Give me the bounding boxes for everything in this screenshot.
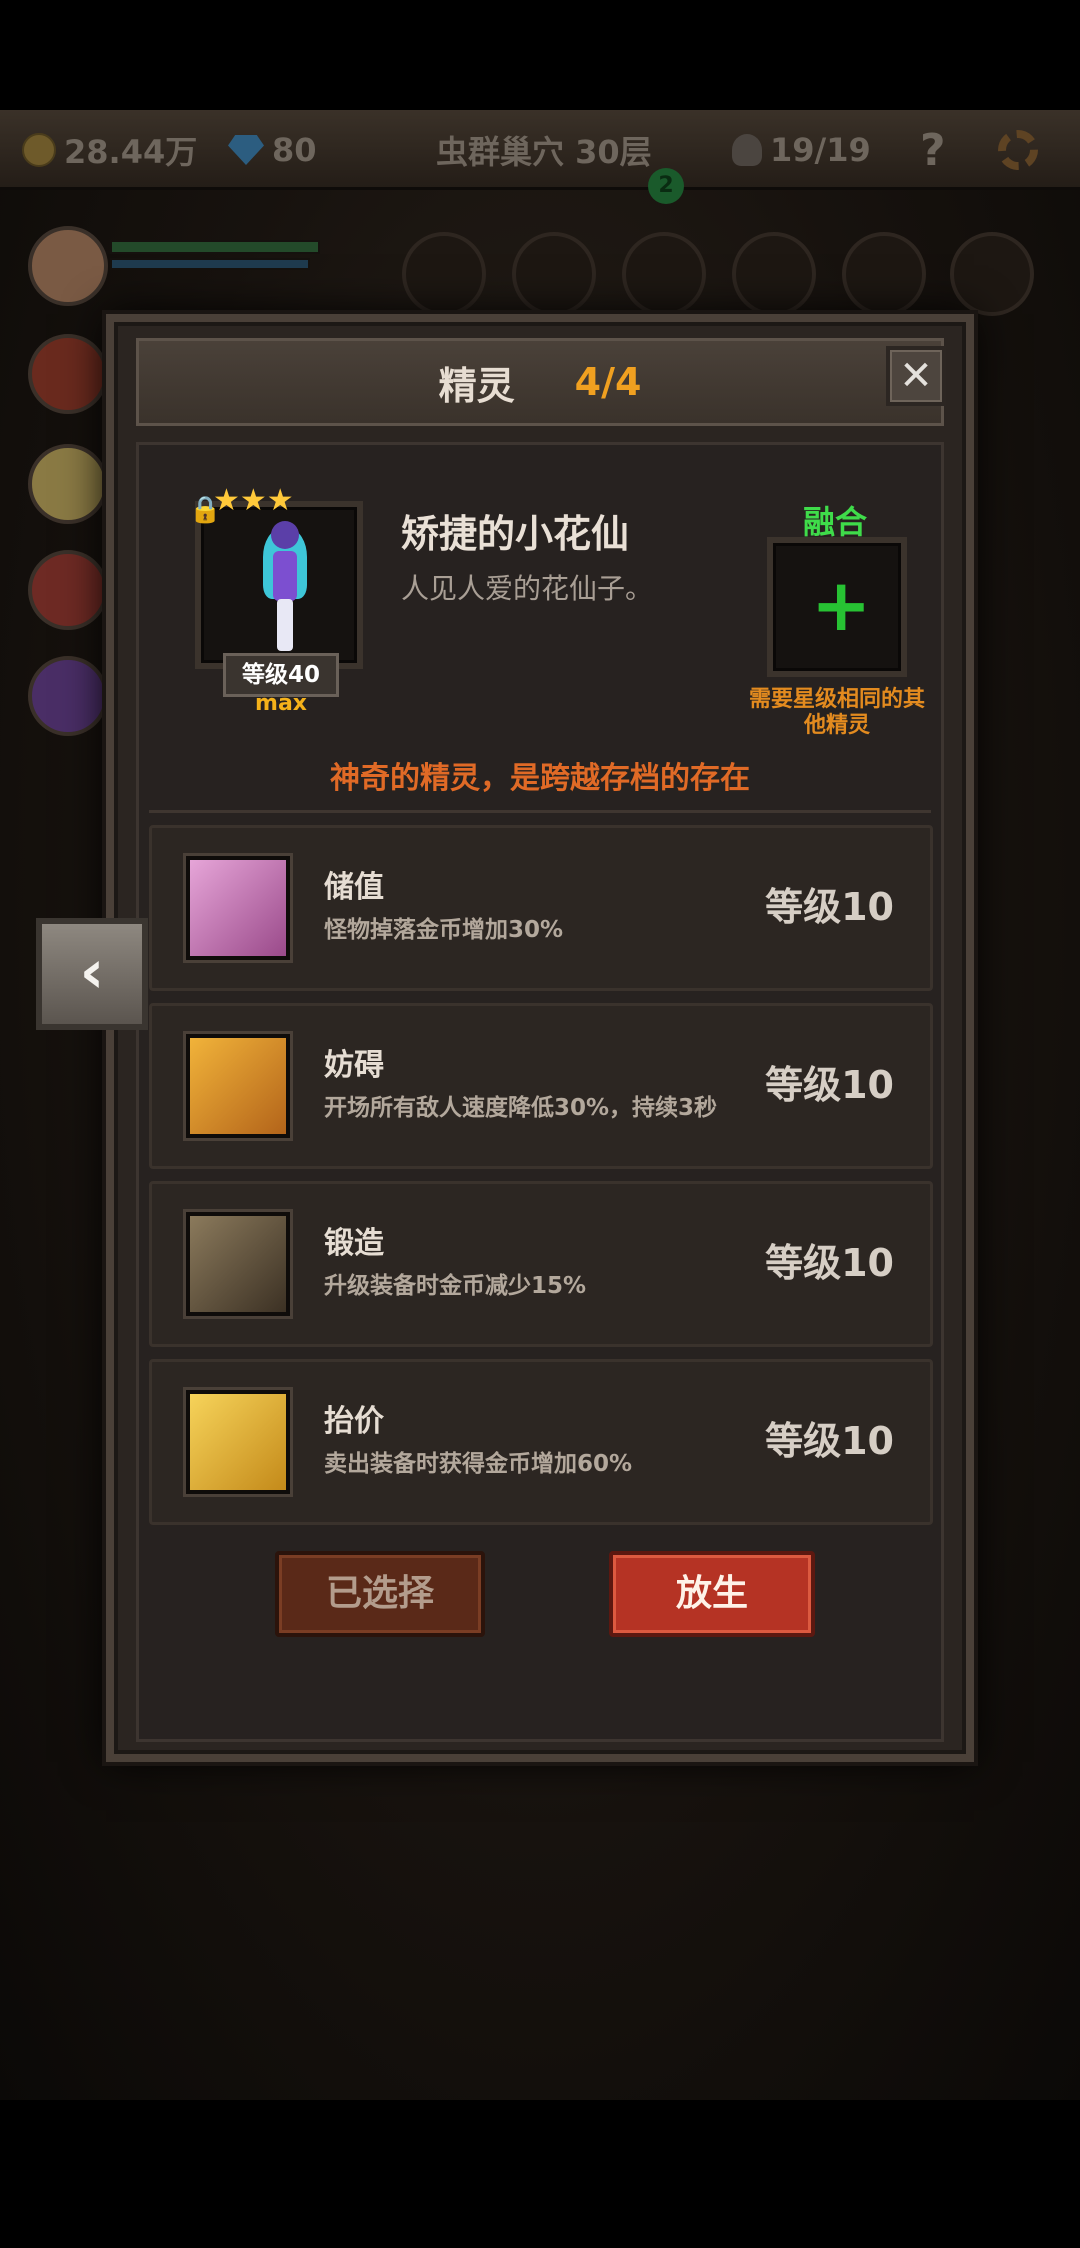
gem-amount: 80 [272,131,317,169]
notification-badge: 2 [648,168,684,204]
hammer-icon [186,1212,290,1316]
gem-icon [228,135,264,165]
fuse-slot-button[interactable]: + [767,537,907,677]
stage-text: 虫群巢穴 30层 [436,133,652,171]
star-rating: ★★★ [213,483,294,518]
skill-row[interactable]: 储值 怪物掉落金币增加30% 等级10 [149,825,933,991]
gold-counter: 28.44万 [22,130,198,171]
pet-slot-3[interactable] [622,232,706,316]
hero-avatar-3[interactable] [28,444,108,524]
back-arrow-button[interactable]: ‹ [36,918,148,1030]
hero-avatar-4[interactable] [28,550,108,630]
skill-row[interactable]: 抬价 卖出装备时获得金币增加60% 等级10 [149,1359,933,1525]
gem-counter: 80 [228,130,317,170]
release-button[interactable]: 放生 [609,1551,815,1637]
skull-icon [732,134,762,166]
top-status-bar: 28.44万 80 虫群巢穴 30层 19/19 ? [0,110,1080,190]
spirit-info-panel: ★★★ 🔒 等级40 max 矫捷的小花仙 人见人爱的花仙子。 融合 + 需要星… [149,455,931,813]
hero-avatar-5[interactable] [28,656,108,736]
health-bar [110,240,320,254]
skill-level: 等级10 [765,1063,894,1107]
skill-description: 怪物掉落金币增加30% [324,917,564,943]
skill-level: 等级10 [765,1419,894,1463]
kill-count: 19/19 [770,131,871,169]
close-button[interactable]: ✕ [886,346,946,406]
pet-slot-4[interactable] [732,232,816,316]
skill-level: 等级10 [765,885,894,929]
skill-row[interactable]: 锻造 升级装备时金币减少15% 等级10 [149,1181,933,1347]
skill-description: 升级装备时金币减少15% [324,1273,587,1299]
fairy-figure-icon [257,521,313,651]
pet-slot-5[interactable] [842,232,926,316]
dialog-body: ★★★ 🔒 等级40 max 矫捷的小花仙 人见人爱的花仙子。 融合 + 需要星… [136,442,944,1742]
spirit-description: 人见人爱的花仙子。 [401,572,654,605]
chained-boot-icon [186,1034,290,1138]
plus-icon: + [811,563,872,647]
fuse-hint: 需要星级相同的其他精灵 [749,687,926,738]
skill-name: 锻造 [324,1226,384,1261]
pet-slot-6[interactable] [950,232,1034,316]
skill-name: 妨碍 [324,1048,384,1083]
spirit-dialog: 精灵 4/4 ✕ ★★★ 🔒 等级40 max 矫捷的小花仙 人见人爱的花仙子。… [106,314,974,1762]
gold-amount: 28.44万 [64,133,198,171]
kill-counter: 19/19 [732,130,871,170]
hero-avatar-1[interactable] [28,226,108,306]
spirit-tagline: 神奇的精灵，是跨越存档的存在 [330,761,750,796]
selected-button[interactable]: 已选择 [275,1551,485,1637]
gold-coin-icon [22,133,56,167]
mana-bar [110,258,310,270]
pet-slot-2[interactable] [512,232,596,316]
gear-icon [998,130,1038,170]
skill-description: 开场所有敌人速度降低30%，持续3秒 [324,1095,718,1121]
hero-avatar-2[interactable] [28,334,108,414]
spirit-name: 矫捷的小花仙 [401,512,630,556]
help-icon: ? [920,124,946,176]
dialog-title: 精灵 [438,363,515,408]
lock-icon[interactable]: 🔒 [189,495,221,525]
max-level-label: max [255,691,307,716]
help-button[interactable]: ? [920,125,946,176]
open-hand-icon [186,1390,290,1494]
dialog-titlebar: 精灵 4/4 [136,338,944,426]
skill-row[interactable]: 妨碍 开场所有敌人速度降低30%，持续3秒 等级10 [149,1003,933,1169]
spirit-portrait[interactable] [195,501,363,669]
spirit-count: 4/4 [574,360,642,404]
skill-level: 等级10 [765,1241,894,1285]
bottom-bar [0,2100,1080,2248]
stage-label: 虫群巢穴 30层 [436,130,652,171]
pet-slot-1[interactable] [402,232,486,316]
goblet-icon [186,856,290,960]
skill-name: 储值 [324,870,384,905]
settings-button[interactable] [998,130,1038,170]
skill-description: 卖出装备时获得金币增加60% [324,1451,633,1477]
skill-name: 抬价 [324,1404,384,1439]
